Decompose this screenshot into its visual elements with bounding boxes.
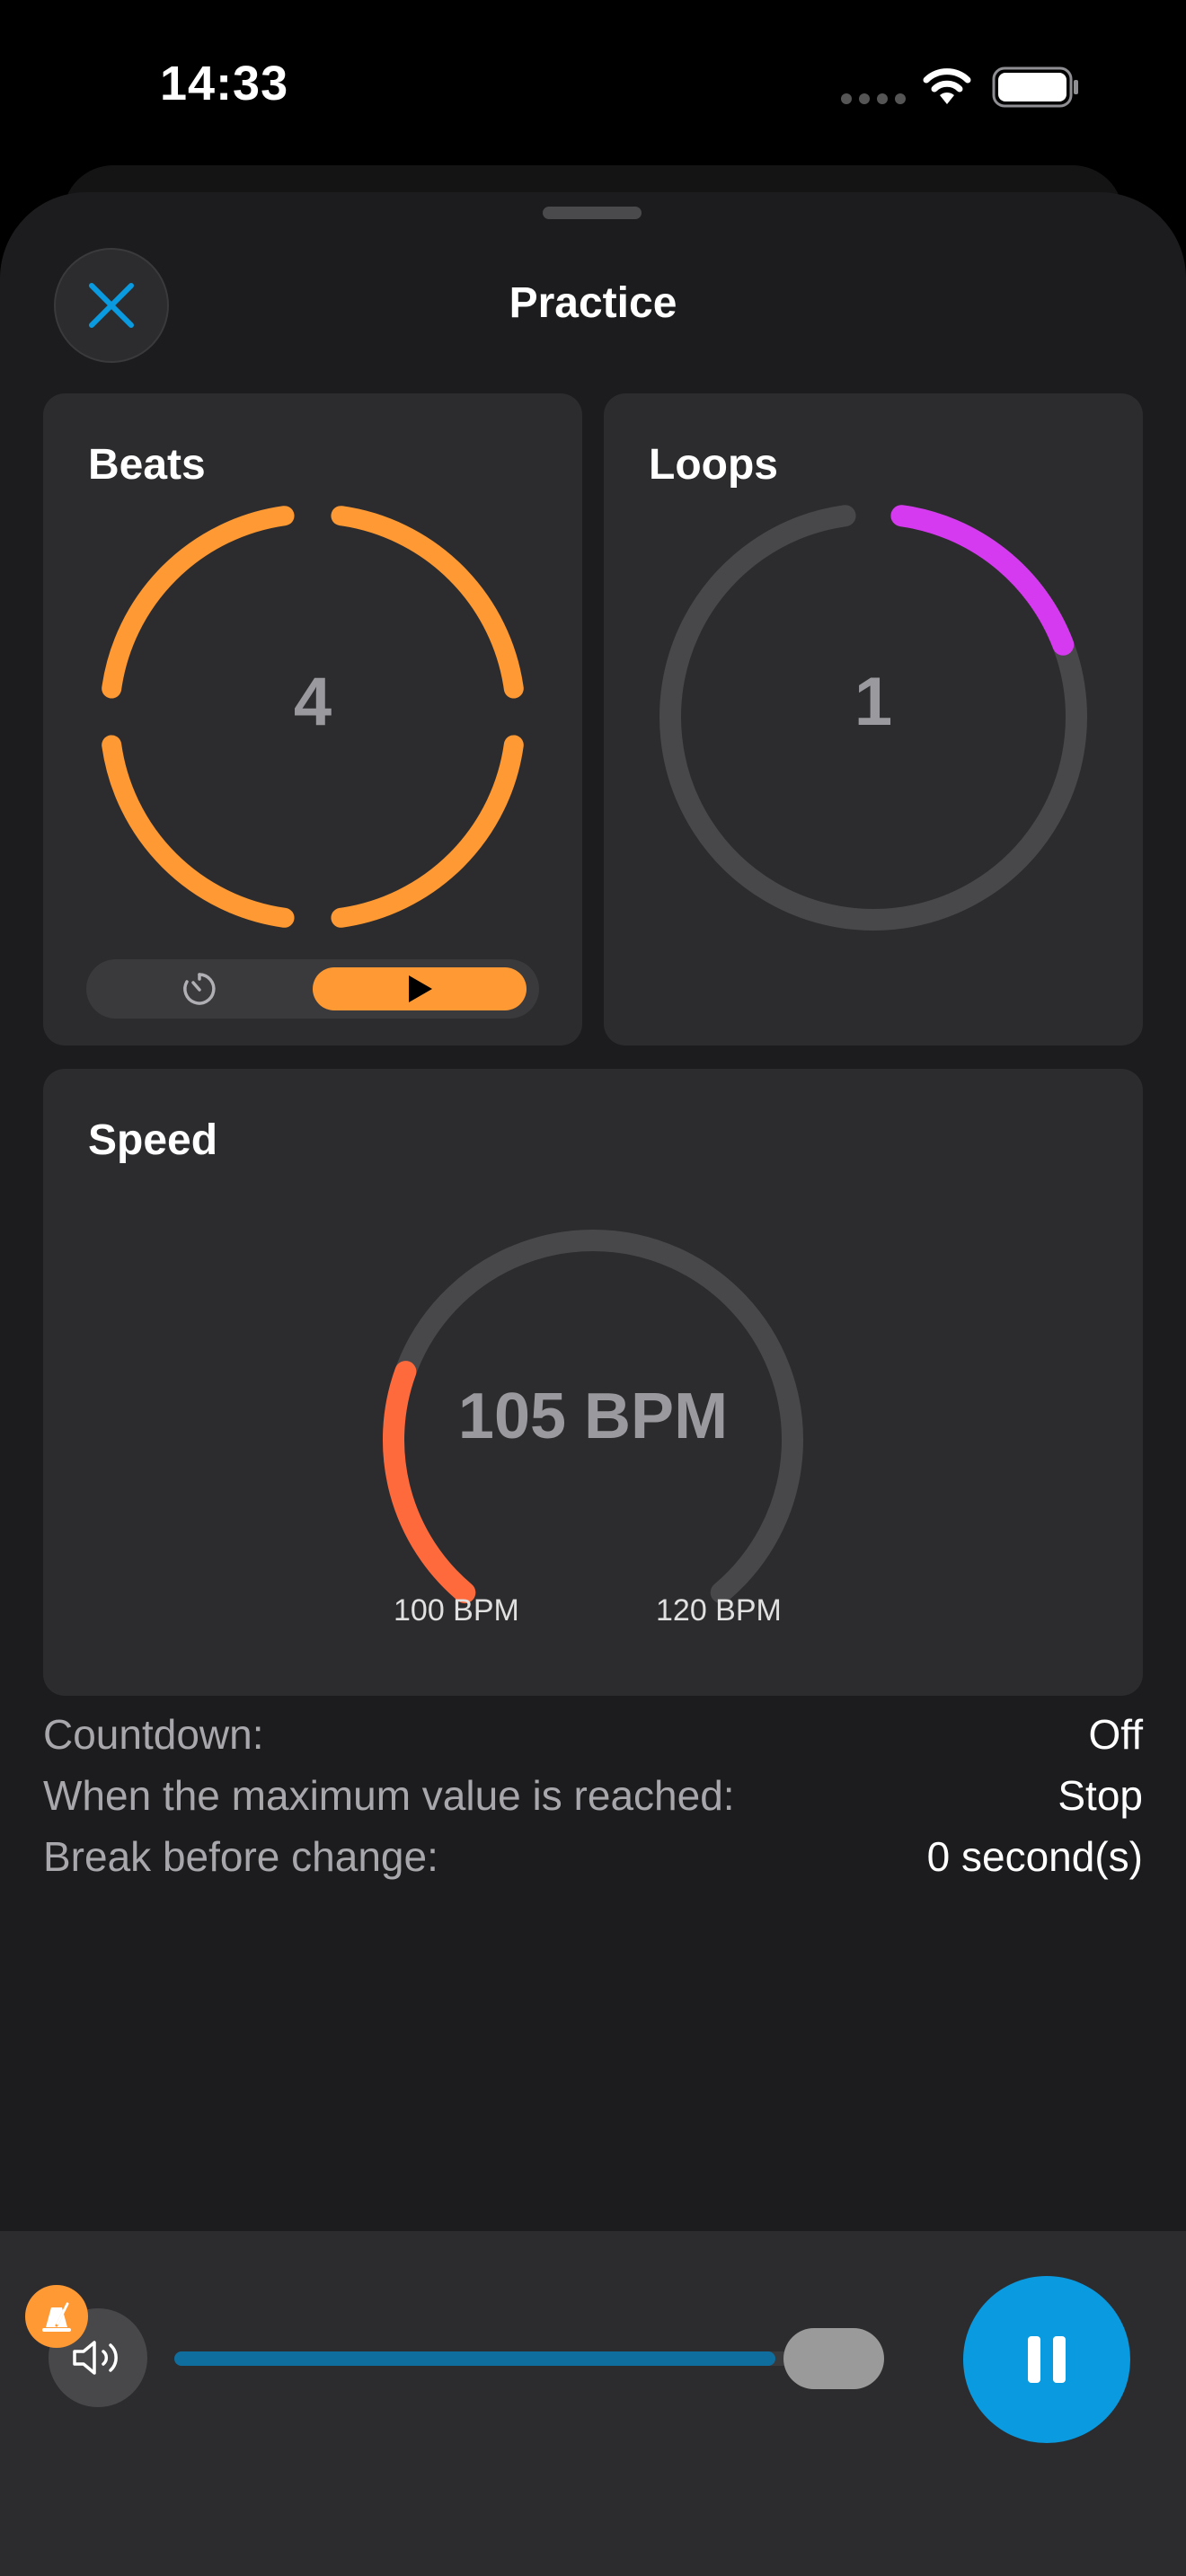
play-mode-segment[interactable] xyxy=(313,967,527,1010)
beat-segment xyxy=(331,735,524,928)
speaker-icon xyxy=(73,2341,118,2375)
setting-label: Countdown: xyxy=(43,1711,264,1758)
setting-row-max-value[interactable]: When the maximum value is reached: Stop xyxy=(43,1771,1143,1820)
setting-value: Stop xyxy=(1058,1772,1143,1819)
setting-label: When the maximum value is reached: xyxy=(43,1772,735,1819)
setting-row-countdown[interactable]: Countdown: Off xyxy=(43,1710,1143,1759)
cellular-signal-icon xyxy=(841,93,906,104)
battery-icon xyxy=(992,66,1078,108)
player-bar xyxy=(0,2231,1186,2576)
volume-slider-thumb[interactable] xyxy=(783,2328,884,2389)
volume-slider[interactable] xyxy=(174,2351,857,2366)
timer-mode-segment[interactable] xyxy=(86,959,313,1019)
speed-value: 105 BPM xyxy=(457,1381,729,1452)
sheet-grabber[interactable] xyxy=(543,207,642,219)
setting-label: Break before change: xyxy=(43,1833,438,1880)
timer-icon xyxy=(183,973,216,1005)
status-time: 14:33 xyxy=(160,57,289,110)
speed-max-label: 120 BPM xyxy=(656,1593,782,1628)
wifi-icon xyxy=(923,68,971,104)
pause-icon xyxy=(1028,2336,1066,2383)
play-icon xyxy=(409,975,432,1002)
speed-card: Speed 105 BPM 100 BPM 120 BPM xyxy=(43,1069,1143,1696)
setting-row-break[interactable]: Break before change: 0 second(s) xyxy=(43,1832,1143,1881)
page-title: Practice xyxy=(509,279,677,327)
loops-value: 1 xyxy=(854,664,893,740)
beats-title: Beats xyxy=(88,441,206,489)
setting-value: Off xyxy=(1088,1711,1143,1758)
mode-toggle xyxy=(86,959,539,1019)
loops-title: Loops xyxy=(649,441,778,489)
practice-sheet: Practice Beats 4 Loops 1 Speed 105 BPM 1… xyxy=(0,192,1186,2576)
speed-min-label: 100 BPM xyxy=(394,1593,519,1628)
loops-card: Loops 1 xyxy=(604,393,1143,1045)
loops-progress xyxy=(890,505,1075,656)
beats-card: Beats 4 xyxy=(43,393,582,1045)
beat-segment xyxy=(102,735,295,928)
setting-value: 0 second(s) xyxy=(926,1833,1143,1880)
pause-button[interactable] xyxy=(963,2276,1130,2443)
metronome-warning-badge[interactable] xyxy=(25,2285,88,2348)
volume-slider-fill xyxy=(174,2351,775,2366)
beats-value: 4 xyxy=(293,664,332,740)
warning-icon xyxy=(42,2302,71,2332)
